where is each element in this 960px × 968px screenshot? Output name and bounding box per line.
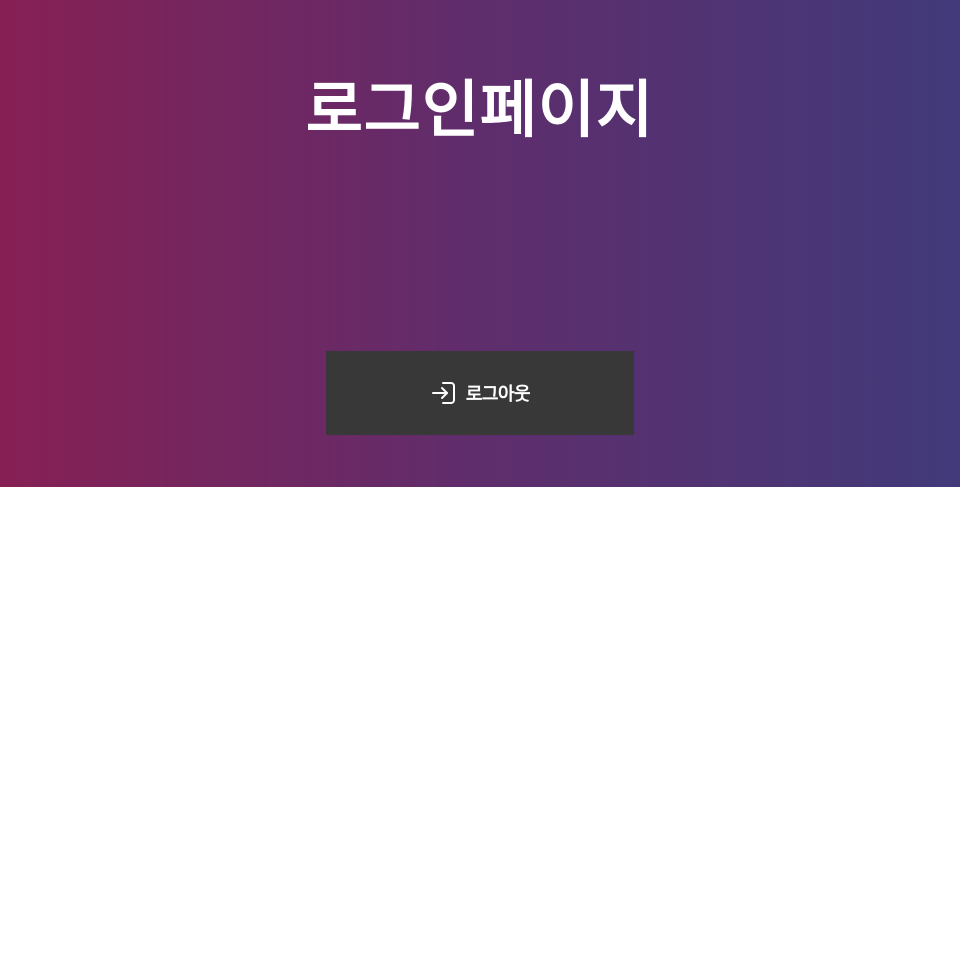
hero-banner: 로그인페이지 로그아웃 (0, 0, 960, 487)
page-title: 로그인페이지 (305, 73, 655, 146)
logout-label: 로그아웃 (465, 384, 531, 405)
sign-in-arrow-icon (430, 379, 458, 407)
logout-button[interactable]: 로그아웃 (326, 351, 634, 435)
main-content-area (0, 487, 960, 968)
